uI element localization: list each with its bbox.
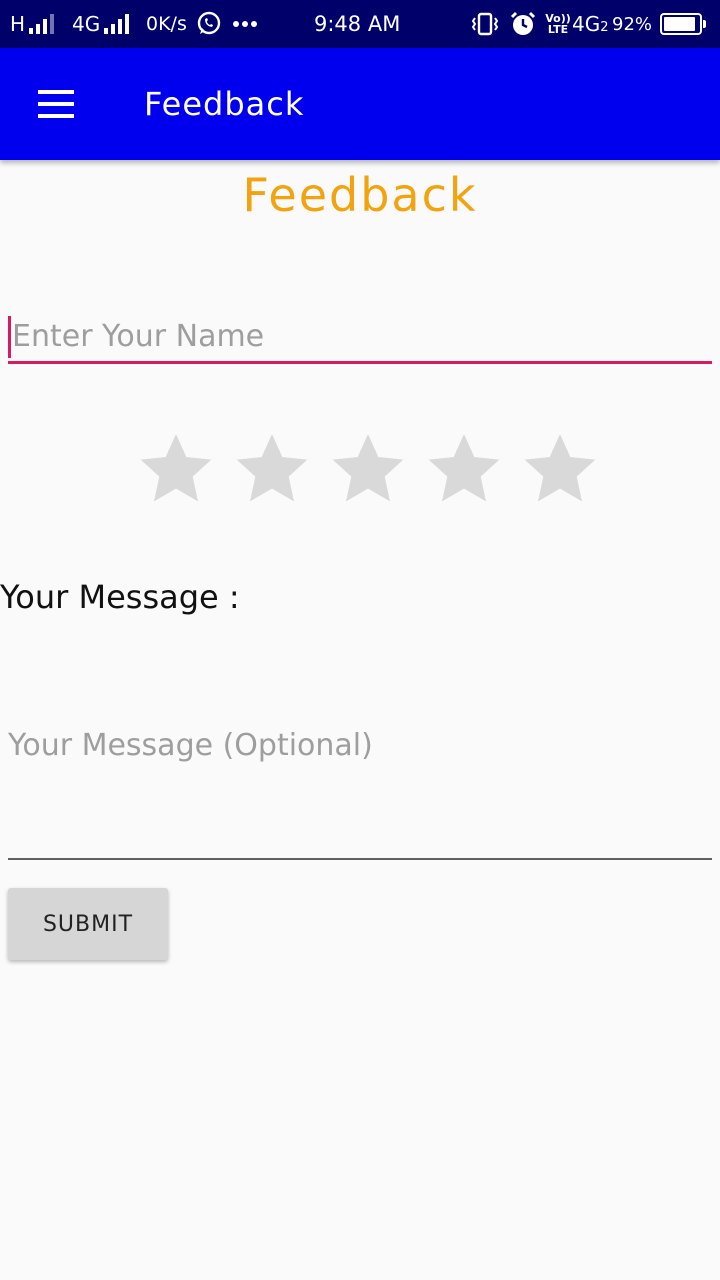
battery-icon (660, 13, 706, 35)
battery-percent: 92% (612, 13, 653, 35)
star-2-icon[interactable] (224, 424, 320, 514)
page-heading: Feedback (242, 168, 478, 222)
battery-nub (703, 20, 706, 28)
signal-bars-icon (104, 14, 130, 34)
text-cursor (8, 316, 11, 358)
more-notifications-icon (232, 0, 258, 48)
volte-indicator: Vo)) LTE (545, 12, 571, 36)
submit-button[interactable]: SUBMIT (8, 888, 168, 960)
app-bar-title: Feedback (144, 85, 305, 123)
name-input[interactable] (8, 312, 712, 364)
battery-level-fill (664, 17, 695, 31)
network-type-4g-2: 4G (572, 12, 601, 36)
star-1-icon[interactable] (128, 424, 224, 514)
alarm-icon (510, 0, 536, 48)
app-bar: Feedback (0, 48, 720, 160)
signal-bars-icon (29, 14, 55, 34)
network-type-h: H (10, 12, 26, 36)
message-field (8, 700, 712, 860)
star-3-icon[interactable] (320, 424, 416, 514)
signal-2: 4G (72, 0, 130, 48)
whatsapp-icon (196, 0, 222, 48)
star-rating (128, 424, 608, 514)
star-4-icon[interactable] (416, 424, 512, 514)
network-type-4g: 4G (72, 12, 101, 36)
star-5-icon[interactable] (512, 424, 608, 514)
message-input[interactable] (8, 700, 712, 860)
vibrate-icon (470, 0, 500, 48)
status-bar: H 4G 0K/s 9:48 AM Vo)) LTE 4G 2 92% (0, 0, 720, 48)
clock: 9:48 AM (314, 12, 401, 36)
hamburger-menu-icon[interactable] (20, 74, 92, 134)
network-4g-2: 4G 2 (572, 0, 609, 48)
signal-1: H (10, 0, 55, 48)
name-field (8, 312, 712, 368)
sim-number: 2 (600, 19, 609, 35)
data-speed: 0K/s (146, 13, 187, 35)
message-label: Your Message : (0, 578, 240, 616)
